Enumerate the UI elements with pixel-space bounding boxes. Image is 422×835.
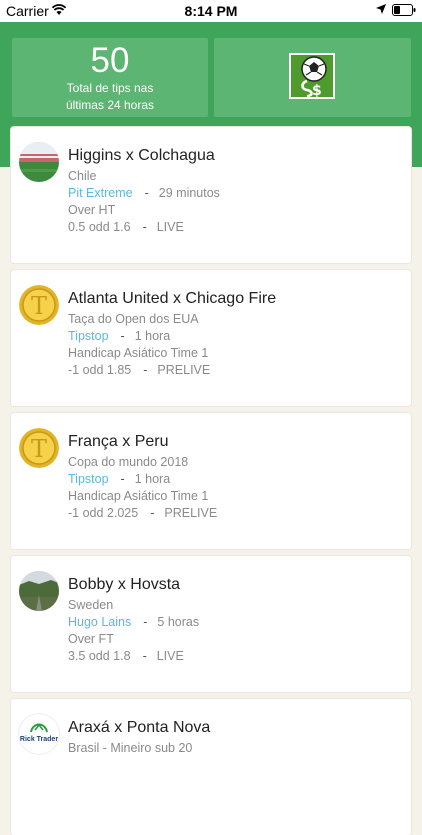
odds-value: 3.5 odd 1.8: [68, 649, 131, 663]
avatar: T: [19, 285, 59, 325]
rick-trader-logo-text: Rick Trader: [20, 736, 58, 743]
league-label: Taça do Open dos EUA: [68, 312, 199, 326]
league-label: Brasil - Mineiro sub 20: [68, 741, 193, 755]
tips-label: Total de tips nas últimas 24 horas: [12, 80, 208, 114]
tip-mode: PRELIVE: [157, 363, 211, 377]
tipster-row: Tipstop -1 hora: [68, 329, 170, 343]
separator: -: [142, 649, 147, 663]
tip-card[interactable]: Rick Trader Araxá x Ponta Nova Brasil - …: [11, 699, 411, 835]
odds-value: -1 odd 2.025: [68, 506, 139, 520]
tipster-row: Tipstop -1 hora: [68, 472, 170, 486]
tip-mode: PRELIVE: [164, 506, 218, 520]
separator: -: [143, 615, 148, 629]
tip-mode: LIVE: [156, 220, 184, 234]
separator: -: [150, 506, 155, 520]
match-title: Higgins x Colchagua: [68, 147, 215, 164]
tipster-link[interactable]: Pit Extreme: [68, 186, 133, 200]
league-label: Chile: [68, 169, 97, 183]
avatar: T: [19, 428, 59, 468]
status-bar: Carrier 8:14 PM: [0, 0, 422, 22]
match-title: Atlanta United x Chicago Fire: [68, 290, 277, 307]
tipster-link[interactable]: Tipstop: [68, 472, 109, 486]
market-label: Over HT: [68, 203, 116, 217]
separator: -: [142, 220, 147, 234]
tip-card[interactable]: T Atlanta United x Chicago Fire Taça do …: [11, 270, 411, 406]
avatar: Rick Trader: [19, 714, 59, 754]
league-label: Sweden: [68, 598, 114, 612]
match-title: Bobby x Hovsta: [68, 576, 181, 593]
tip-card[interactable]: Higgins x Colchagua Chile Pit Extreme -29…: [11, 127, 411, 263]
time-ago: 5 horas: [157, 615, 200, 629]
odds-value: 0.5 odd 1.6: [68, 220, 131, 234]
tips-label-line2: últimas 24 horas: [65, 98, 155, 112]
odds-row: -1 odd 2.025- PRELIVE: [68, 506, 217, 520]
match-title: Araxá x Ponta Nova: [68, 719, 211, 736]
tip-card[interactable]: T França x Peru Copa do mundo 2018 Tipst…: [11, 413, 411, 549]
separator: -: [120, 472, 125, 486]
league-label: Copa do mundo 2018: [68, 455, 189, 469]
tips-count: 50: [90, 41, 130, 80]
market-label: Handicap Asiático Time 1: [68, 346, 209, 360]
soccer-money-icon: $: [289, 53, 335, 99]
tipster-row: Hugo Lains -5 horas: [68, 615, 199, 629]
tip-mode: LIVE: [156, 649, 184, 663]
avatar: [19, 142, 59, 182]
battery-icon: [392, 4, 416, 16]
tipster-link[interactable]: Tipstop: [68, 329, 109, 343]
time-ago: 1 hora: [134, 329, 171, 343]
odds-row: 3.5 odd 1.8- LIVE: [68, 649, 184, 663]
odds-row: 0.5 odd 1.6- LIVE: [68, 220, 184, 234]
time-ago: 29 minutos: [158, 186, 220, 200]
match-title: França x Peru: [68, 433, 169, 450]
market-label: Handicap Asiático Time 1: [68, 489, 209, 503]
odds-row: -1 odd 1.85- PRELIVE: [68, 363, 210, 377]
tip-card[interactable]: Bobby x Hovsta Sweden Hugo Lains -5 horas…: [11, 556, 411, 692]
svg-text:$: $: [312, 83, 322, 99]
separator: -: [120, 329, 125, 343]
tipster-link[interactable]: Hugo Lains: [68, 615, 131, 629]
separator: -: [144, 186, 149, 200]
location-arrow-icon: [376, 4, 386, 14]
tips-summary-tile: 50 Total de tips nas últimas 24 horas: [12, 38, 208, 117]
market-label: Over FT: [68, 632, 114, 646]
time-ago: 1 hora: [134, 472, 171, 486]
odds-value: -1 odd 1.85: [68, 363, 132, 377]
avatar: [19, 571, 59, 611]
svg-text:T: T: [31, 435, 47, 463]
separator: -: [143, 363, 148, 377]
svg-text:T: T: [31, 292, 47, 320]
tips-label-line1: Total de tips nas: [66, 81, 154, 95]
clock: 8:14 PM: [184, 3, 238, 19]
app-icon-tile[interactable]: $: [214, 38, 411, 117]
tipster-row: Pit Extreme -29 minutos: [68, 186, 220, 200]
